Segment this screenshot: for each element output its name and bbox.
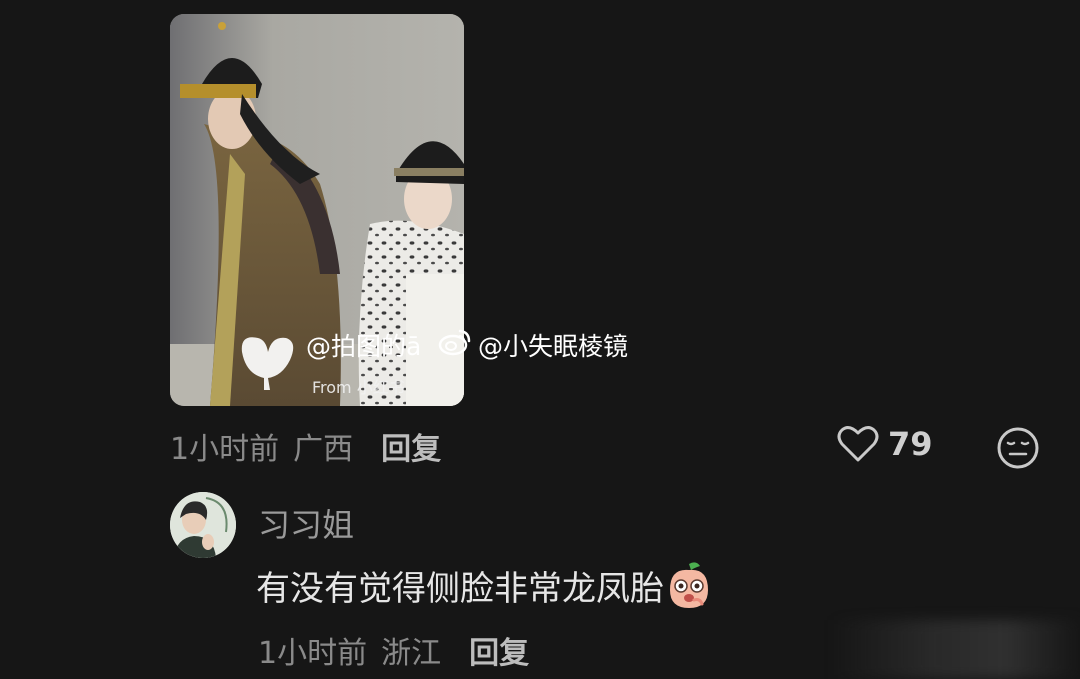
- comment-1-like-button[interactable]: 79: [836, 424, 933, 464]
- neutral-face-icon[interactable]: [996, 426, 1040, 470]
- peach-emoji-icon: [670, 562, 708, 608]
- comment-2-reply-button[interactable]: 回复: [469, 628, 529, 672]
- watermark-handle-1: @拍图的ā: [306, 332, 422, 361]
- comment-2-meta: 1小时前 浙江 回复: [258, 628, 529, 672]
- bottom-blurred-overlay: [830, 620, 1080, 679]
- comment-1-like-count: 79: [888, 425, 933, 463]
- watermark-handle-2: @小失眠棱镜: [478, 332, 629, 361]
- comment-2-body: 有没有觉得侧脸非常龙凤胎: [256, 560, 712, 610]
- watermark-source: From 小红书: [312, 378, 405, 397]
- comment-1-time: 1小时前: [170, 432, 280, 467]
- app-watermark-logo-icon: [241, 337, 294, 390]
- comment-1-location: 广西: [293, 432, 354, 467]
- comment-2-location: 浙江: [381, 636, 442, 671]
- comment-2-text: 有没有觉得侧脸非常龙凤胎: [256, 568, 664, 609]
- avatar-image: [170, 492, 236, 558]
- heart-outline-icon: [837, 426, 879, 462]
- avatar[interactable]: [170, 492, 236, 558]
- comment-2-username[interactable]: 习习姐: [258, 500, 354, 546]
- comment-2-time: 1小时前: [258, 636, 368, 671]
- weibo-logo-icon: [438, 329, 471, 356]
- comment-1-meta: 1小时前 广西 回复: [170, 424, 441, 468]
- comment-1-reply-button[interactable]: 回复: [381, 424, 441, 468]
- comment-thread-page: @拍图的ā @小失眠棱镜 From 小红书 1小时前 广西 回复 79 习习姐 …: [0, 0, 1080, 679]
